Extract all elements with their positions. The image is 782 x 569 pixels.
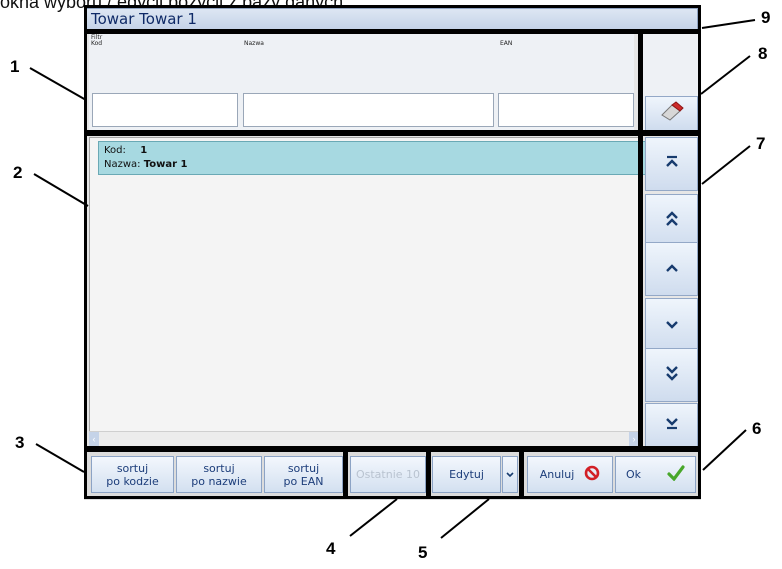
callout-4: 4 bbox=[326, 539, 336, 558]
callout-2: 2 bbox=[13, 163, 23, 182]
callout-9: 9 bbox=[761, 8, 771, 27]
callout-3: 3 bbox=[15, 433, 25, 452]
callout-7: 7 bbox=[756, 134, 766, 153]
callout-leader-lines bbox=[29, 19, 756, 539]
callout-1: 1 bbox=[10, 57, 20, 76]
callout-6: 6 bbox=[752, 419, 762, 438]
callout-8: 8 bbox=[758, 44, 768, 63]
callout-5: 5 bbox=[418, 543, 428, 562]
